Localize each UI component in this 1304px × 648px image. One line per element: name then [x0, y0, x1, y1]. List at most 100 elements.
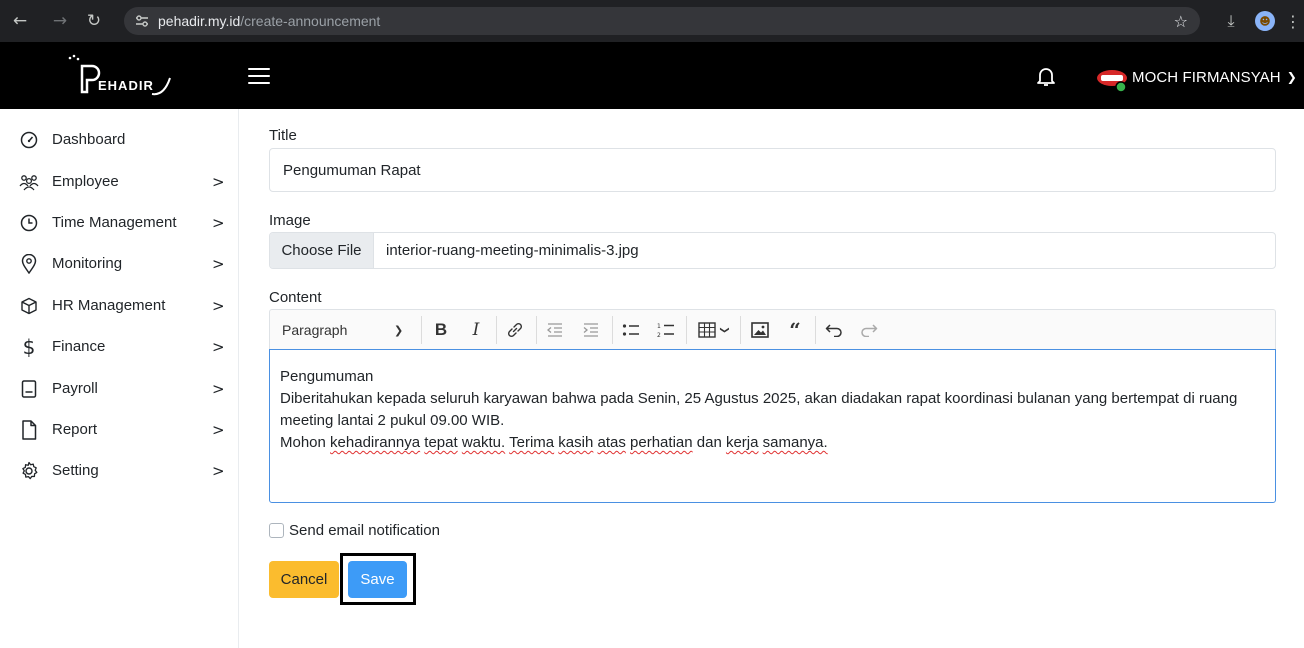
profile-icon[interactable]: ☻: [1248, 7, 1282, 35]
title-label: Title: [269, 127, 297, 144]
sidebar-item-employee[interactable]: Employee >: [0, 161, 238, 202]
sidebar-item-hr-management[interactable]: HR Management >: [0, 285, 238, 326]
sidebar-item-time-management[interactable]: Time Management >: [0, 202, 238, 243]
app-header: EHADIR MOCH FIRMANSYAH ❯: [0, 42, 1304, 109]
sidebar-item-label: Report: [52, 421, 98, 438]
url-path: /create-announcement: [240, 13, 381, 29]
notification-bell-icon[interactable]: [1034, 64, 1058, 88]
insert-table-icon[interactable]: ❯: [692, 318, 734, 342]
pehadir-logo[interactable]: EHADIR: [64, 52, 184, 100]
dollar-icon: $: [22, 334, 36, 359]
insert-image-icon[interactable]: [747, 318, 773, 342]
sidebar-item-label: HR Management: [52, 297, 166, 314]
blockquote-icon[interactable]: “: [782, 318, 808, 342]
choose-file-button[interactable]: Choose File: [270, 233, 374, 268]
address-bar[interactable]: pehadir.my.id/create-announcement ☆: [124, 7, 1200, 35]
spellcheck-word: kehadirannya: [330, 434, 421, 451]
spellcheck-word: tepat: [424, 434, 458, 451]
user-menu[interactable]: MOCH FIRMANSYAH ❯: [1096, 66, 1297, 93]
url-host: pehadir.my.id: [158, 13, 241, 29]
chevron-right-icon: >: [212, 461, 225, 480]
outdent-icon[interactable]: [542, 318, 568, 342]
url-text[interactable]: pehadir.my.id/create-announcement: [158, 13, 380, 29]
avatar: [1096, 66, 1128, 93]
sidebar-item-setting[interactable]: Setting >: [0, 450, 238, 491]
redo-icon[interactable]: [856, 318, 882, 342]
spellcheck-word: perhatian: [630, 434, 693, 451]
sidebar-item-report[interactable]: Report >: [0, 409, 238, 450]
download-icon[interactable]: ⤓: [1214, 7, 1248, 35]
svg-text:EHADIR: EHADIR: [98, 78, 154, 93]
content-label: Content: [269, 289, 322, 306]
chevron-right-icon: >: [212, 379, 225, 398]
cube-icon: [19, 296, 39, 316]
chevron-right-icon: >: [212, 172, 225, 191]
menu-toggle-icon[interactable]: [248, 68, 270, 86]
spellcheck-word: samanya.: [762, 434, 828, 451]
paragraph-style-value: Paragraph: [282, 322, 348, 338]
sidebar-item-monitoring[interactable]: Monitoring >: [0, 243, 238, 284]
calculator-icon: [19, 379, 39, 399]
forward-arrow-icon[interactable]: →: [46, 7, 74, 35]
content-closing-line: Mohon kehadirannya tepat waktu. Terima k…: [280, 434, 828, 451]
email-notification-checkbox[interactable]: [269, 523, 284, 538]
chevron-down-icon: ❯: [1286, 70, 1297, 84]
spellcheck-word: waktu.: [461, 434, 506, 451]
chevron-right-icon: >: [212, 296, 225, 315]
clock-icon: [19, 213, 39, 233]
sidebar-item-label: Employee: [52, 173, 119, 190]
chevron-right-icon: >: [212, 213, 225, 232]
editor-toolbar: Paragraph ❯ B I 12 ❯ “: [269, 309, 1276, 349]
sidebar-item-label: Time Management: [52, 214, 177, 231]
spellcheck-word: atas: [597, 434, 626, 451]
site-settings-icon[interactable]: [128, 7, 156, 35]
link-icon[interactable]: [502, 318, 528, 342]
undo-icon[interactable]: [821, 318, 847, 342]
sidebar-item-label: Setting: [52, 462, 99, 479]
indent-icon[interactable]: [578, 318, 604, 342]
sidebar-item-label: Monitoring: [52, 255, 123, 272]
spellcheck-word: kasih: [558, 434, 594, 451]
user-name: MOCH FIRMANSYAH: [1132, 68, 1281, 86]
browser-toolbar: ← → ↻ pehadir.my.id/create-announcement …: [0, 0, 1304, 42]
chevron-right-icon: >: [212, 420, 225, 439]
bold-icon[interactable]: B: [429, 318, 453, 342]
selected-file-name: interior-ruang-meeting-minimalis-3.jpg: [386, 242, 639, 259]
title-input[interactable]: Pengumuman Rapat: [269, 148, 1276, 192]
email-notification-label: Send email notification: [289, 522, 440, 539]
email-notification-option[interactable]: Send email notification: [269, 522, 440, 539]
sidebar-item-payroll[interactable]: Payroll >: [0, 368, 238, 409]
back-arrow-icon[interactable]: ←: [6, 7, 34, 35]
svg-text:2: 2: [657, 332, 661, 338]
sidebar-item-dashboard[interactable]: Dashboard: [0, 119, 238, 160]
chevron-right-icon: >: [212, 254, 225, 273]
employee-icon: [19, 172, 39, 192]
image-label: Image: [269, 212, 311, 229]
sidebar-item-finance[interactable]: $ Finance >: [0, 326, 238, 367]
gear-icon: [19, 461, 39, 481]
svg-text:1: 1: [657, 323, 661, 330]
content-heading-line: Pengumuman: [280, 368, 374, 385]
content-editor[interactable]: Pengumuman Diberitahukan kepada seluruh …: [269, 349, 1276, 503]
reload-icon[interactable]: ↻: [80, 7, 108, 35]
spellcheck-word: kerja: [725, 434, 759, 451]
spellcheck-word: Terima: [509, 434, 555, 451]
numbered-list-icon[interactable]: 12: [653, 318, 679, 342]
sidebar-item-label: Payroll: [52, 380, 98, 397]
image-file-input[interactable]: Choose File interior-ruang-meeting-minim…: [269, 232, 1276, 269]
browser-menu-icon[interactable]: ⋮: [1282, 7, 1304, 35]
bulleted-list-icon[interactable]: [618, 318, 644, 342]
sidebar-item-label: Dashboard: [52, 131, 126, 148]
paragraph-style-dropdown[interactable]: Paragraph ❯: [282, 318, 412, 342]
content-body-line: Diberitahukan kepada seluruh karyawan ba…: [280, 390, 1238, 429]
file-icon: [19, 419, 39, 440]
chevron-down-icon: ❯: [394, 323, 404, 337]
cancel-button[interactable]: Cancel: [269, 561, 339, 598]
sidebar-item-label: Finance: [52, 338, 106, 355]
save-button[interactable]: Save: [348, 561, 407, 598]
chevron-right-icon: >: [212, 337, 225, 356]
bookmark-star-icon[interactable]: ☆: [1174, 12, 1188, 31]
dashboard-icon: [19, 130, 39, 150]
sidebar: Dashboard Employee > Time Management > M…: [0, 109, 239, 648]
italic-icon[interactable]: I: [464, 318, 488, 342]
